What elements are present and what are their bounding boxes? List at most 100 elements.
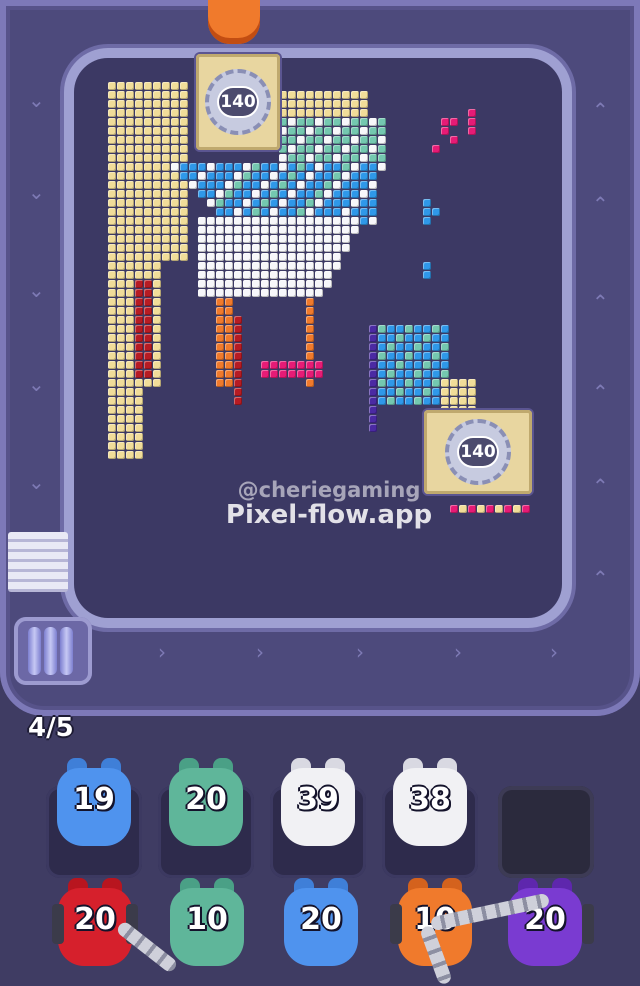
queue-slot[interactable]: 19 <box>46 758 142 878</box>
pixel-block <box>126 172 134 180</box>
pixel-block <box>153 145 161 153</box>
pixel-block <box>117 343 125 351</box>
pixel-block <box>243 280 251 288</box>
pixel-block <box>216 244 224 252</box>
pixel-block <box>279 289 287 297</box>
pixel-block <box>342 118 350 126</box>
pixel-block <box>351 181 359 189</box>
pixel-block <box>135 442 143 450</box>
gear-card[interactable]: 140 <box>196 54 280 150</box>
pixel-block <box>306 154 314 162</box>
pixel-block <box>162 136 170 144</box>
pixel-block <box>423 352 431 360</box>
pixel-block <box>153 118 161 126</box>
pixel-block <box>378 163 386 171</box>
pixel-block <box>279 127 287 135</box>
pixel-block <box>135 334 143 342</box>
pixel-block <box>153 217 161 225</box>
queue-slot[interactable]: 38 <box>382 758 478 878</box>
pixel-block <box>468 388 476 396</box>
pixel-block <box>315 271 323 279</box>
pixel-block <box>315 244 323 252</box>
pixel-block <box>108 316 116 324</box>
pixel-block <box>261 199 269 207</box>
pixel-block <box>423 361 431 369</box>
pixel-block <box>126 361 134 369</box>
lock-cuff <box>390 904 402 944</box>
pixel-block <box>153 334 161 342</box>
pixel-block <box>378 154 386 162</box>
pixel-block <box>108 298 116 306</box>
queue-slot[interactable]: 39 <box>270 758 366 878</box>
pixel-block <box>333 262 341 270</box>
pixel-block <box>288 262 296 270</box>
pixel-block <box>297 280 305 288</box>
pixel-block <box>225 190 233 198</box>
pixel-block <box>441 370 449 378</box>
pixel-block <box>288 361 296 369</box>
pixel-block <box>342 163 350 171</box>
pixel-block <box>144 361 152 369</box>
pixel-block <box>297 271 305 279</box>
pixel-block <box>171 199 179 207</box>
pixel-block <box>297 289 305 297</box>
pixel-block <box>171 100 179 108</box>
pixel-block <box>207 271 215 279</box>
pixel-block <box>315 280 323 288</box>
pixel-block <box>333 154 341 162</box>
pixel-block <box>144 307 152 315</box>
pixel-block <box>171 136 179 144</box>
pixel-block <box>207 190 215 198</box>
pixel-block <box>108 226 116 234</box>
pixel-block <box>108 307 116 315</box>
pig-shooter[interactable]: 20 <box>284 878 358 972</box>
pixel-block <box>360 91 368 99</box>
pixel-block <box>153 109 161 117</box>
pixel-block <box>459 505 467 513</box>
pixel-block <box>180 172 188 180</box>
pixel-block <box>108 163 116 171</box>
queue-slot-empty[interactable] <box>498 786 594 878</box>
pixel-block <box>180 136 188 144</box>
pixel-block <box>135 154 143 162</box>
pixel-block <box>243 235 251 243</box>
pixel-block <box>108 208 116 216</box>
pig-shooter[interactable]: 38 <box>393 758 467 852</box>
pixel-block <box>315 172 323 180</box>
spool-holder[interactable] <box>14 617 92 685</box>
pig-shooter[interactable]: 19 <box>57 758 131 852</box>
pixel-block <box>261 163 269 171</box>
pixel-block <box>279 208 287 216</box>
pixel-block <box>216 235 224 243</box>
pixel-block <box>135 199 143 207</box>
pig-shooter-locked[interactable]: 20 <box>508 878 582 972</box>
pixel-block <box>261 172 269 180</box>
pixel-block <box>234 334 242 342</box>
pixel-block <box>288 181 296 189</box>
pixel-block <box>234 361 242 369</box>
pixel-block <box>162 154 170 162</box>
pixel-block <box>387 352 395 360</box>
pixel-block <box>117 82 125 90</box>
chevron-down-icon: ⌄ <box>28 372 45 396</box>
pixel-block <box>171 208 179 216</box>
pixel-block <box>378 136 386 144</box>
pig-shooter[interactable]: 20 <box>169 758 243 852</box>
pixel-block <box>234 388 242 396</box>
pixel-block <box>189 163 197 171</box>
pixel-block <box>216 361 224 369</box>
pixel-block <box>117 271 125 279</box>
pixel-block <box>342 100 350 108</box>
pixel-block <box>153 316 161 324</box>
queue-slot[interactable]: 20 <box>158 758 254 878</box>
pig-shooter[interactable]: 39 <box>281 758 355 852</box>
pixel-block <box>180 163 188 171</box>
pixel-block <box>360 199 368 207</box>
pixel-block <box>288 127 296 135</box>
pixel-block <box>360 154 368 162</box>
pixel-block <box>198 253 206 261</box>
pig-shooter[interactable]: 10 <box>170 878 244 972</box>
pixel-block <box>243 181 251 189</box>
pixel-block <box>342 226 350 234</box>
pixel-block <box>225 217 233 225</box>
